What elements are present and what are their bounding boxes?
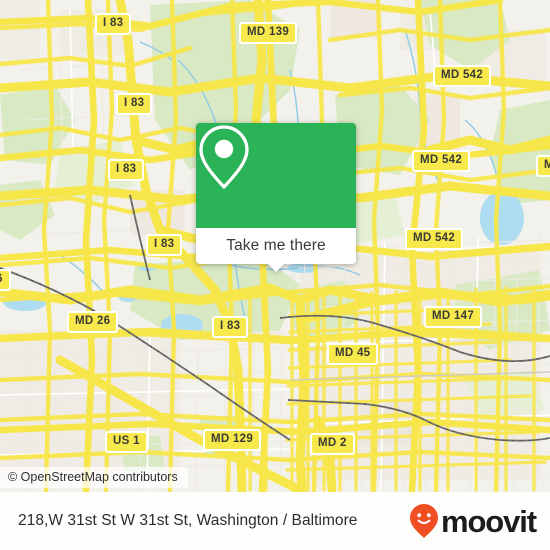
road-shield: I 83 (116, 93, 153, 115)
road-shield: MD 542 (433, 65, 492, 87)
moovit-map-share-card: .rd { stroke:#F7E64A; fill:none; stroke-… (0, 0, 550, 550)
road-shield: MD 542 (412, 150, 471, 172)
road-shield: US 1 (105, 431, 148, 453)
road-shield: 6 (0, 269, 11, 291)
road-shield: MD 26 (67, 311, 119, 333)
moovit-wordmark: moovit (440, 503, 537, 539)
road-shield: I 83 (95, 13, 132, 35)
callout-icon-panel (196, 123, 356, 228)
road-shield: I 83 (146, 234, 183, 256)
osm-attribution[interactable]: © OpenStreetMap contributors (0, 467, 188, 488)
road-shield: MD 45 (327, 343, 379, 365)
road-shield: MD 129 (203, 429, 262, 451)
road-shield: MD 2 (310, 433, 355, 455)
road-shield: MD 139 (239, 22, 298, 44)
callout-tail (267, 263, 285, 272)
map-pin-icon (199, 125, 249, 189)
callout-action-panel[interactable]: Take me there (196, 228, 356, 272)
moovit-smiley-pin-icon (409, 504, 438, 538)
road-shield: I 83 (108, 159, 145, 181)
take-me-there-label: Take me there (226, 237, 326, 254)
map-canvas[interactable]: .rd { stroke:#F7E64A; fill:none; stroke-… (0, 0, 550, 492)
road-shield: MD (536, 155, 550, 177)
address-label: 218,W 31st St W 31st St, Washington / Ba… (18, 512, 358, 529)
bottom-info-bar: 218,W 31st St W 31st St, Washington / Ba… (0, 492, 550, 550)
location-callout-card[interactable]: Take me there (196, 123, 356, 272)
road-shield: MD 147 (424, 306, 483, 328)
moovit-logo[interactable]: moovit (409, 503, 537, 539)
road-shield: MD 542 (405, 228, 464, 250)
road-shield: I 83 (212, 316, 249, 338)
